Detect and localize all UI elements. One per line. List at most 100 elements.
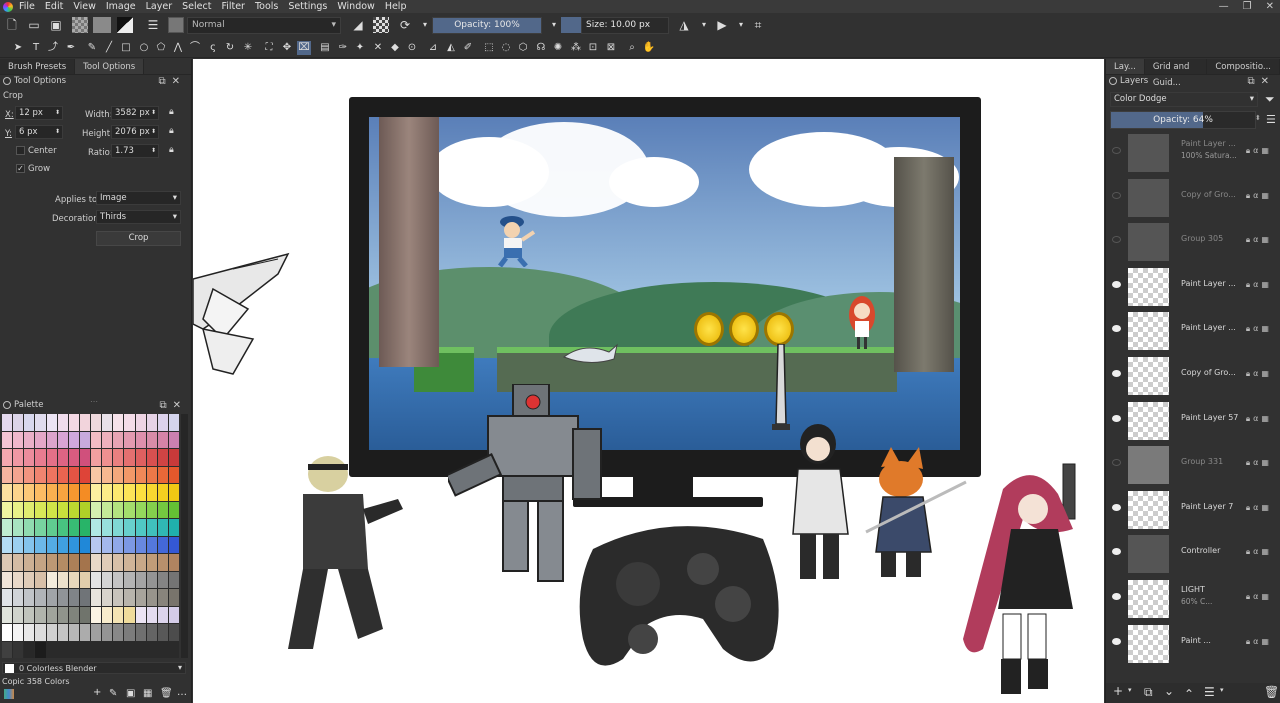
palette-swatch[interactable] xyxy=(13,466,24,483)
layer-property-icons[interactable]: 🔒︎α▦ xyxy=(1246,146,1272,156)
palette-swatch[interactable] xyxy=(68,501,79,518)
palette-swatch[interactable] xyxy=(157,501,168,518)
visibility-eye-icon[interactable] xyxy=(1112,325,1121,333)
menu-select[interactable]: Select xyxy=(182,1,211,12)
palette-swatch[interactable] xyxy=(146,554,157,571)
palette-swatch[interactable] xyxy=(168,606,179,623)
palette-swatch[interactable] xyxy=(91,466,102,483)
palette-swatch[interactable] xyxy=(135,624,146,641)
tab-compositions[interactable]: Compositio... xyxy=(1207,59,1280,74)
menu-tools[interactable]: Tools xyxy=(255,1,278,12)
palette-swatch[interactable] xyxy=(2,466,13,483)
mirror-vertical-icon[interactable]: ▶ xyxy=(714,17,730,33)
chevron-down-icon[interactable]: ▾ xyxy=(1128,686,1132,694)
palette-swatch[interactable] xyxy=(13,414,24,431)
palette-swatch[interactable] xyxy=(124,554,135,571)
ratio-field[interactable]: 1.73 ⬍ xyxy=(111,144,159,158)
perspective-grid-icon[interactable]: ◭ xyxy=(444,41,458,55)
palette-grid-icon[interactable] xyxy=(4,689,14,699)
wrap-around-icon[interactable]: ⌗ xyxy=(750,17,766,33)
palette-swatch[interactable] xyxy=(13,484,24,501)
palette-swatch[interactable] xyxy=(113,449,124,466)
layer-properties-icon[interactable]: ☰ xyxy=(1204,685,1215,699)
menu-edit[interactable]: Edit xyxy=(45,1,63,12)
palette-swatch[interactable] xyxy=(35,449,46,466)
palette-swatch[interactable] xyxy=(91,624,102,641)
crop-button[interactable]: Crop xyxy=(96,231,181,246)
palette-swatch[interactable] xyxy=(79,449,90,466)
measure-tool-icon[interactable]: ⊿ xyxy=(426,41,440,55)
width-field[interactable]: 3582 px ⬍ xyxy=(111,106,159,120)
canvas[interactable] xyxy=(193,59,1104,703)
palette-swatch[interactable] xyxy=(57,606,68,623)
palette-swatch[interactable] xyxy=(68,519,79,536)
palette-swatch[interactable] xyxy=(124,466,135,483)
palette-swatch[interactable] xyxy=(146,536,157,553)
palette-swatch[interactable] xyxy=(68,466,79,483)
palette-swatch[interactable] xyxy=(46,431,57,448)
palette-swatch[interactable] xyxy=(24,449,35,466)
palette-swatch[interactable] xyxy=(46,519,57,536)
palette-swatch[interactable] xyxy=(68,431,79,448)
filter-icon[interactable]: ⏷ xyxy=(1265,92,1275,107)
palette-swatch[interactable] xyxy=(168,431,179,448)
layer-property-icons[interactable]: 🔒︎α▦ xyxy=(1246,191,1272,201)
palette-swatch[interactable] xyxy=(157,571,168,588)
palette-swatch[interactable] xyxy=(113,536,124,553)
palette-swatch[interactable] xyxy=(102,536,113,553)
palette-swatch[interactable] xyxy=(57,554,68,571)
palette-swatch[interactable] xyxy=(146,571,157,588)
palette-swatch[interactable] xyxy=(79,466,90,483)
smart-patch-icon[interactable]: ✦ xyxy=(353,41,367,55)
palette-swatch[interactable] xyxy=(157,449,168,466)
palette-swatch[interactable] xyxy=(68,536,79,553)
palette-swatch[interactable] xyxy=(24,554,35,571)
palette-swatch[interactable] xyxy=(2,449,13,466)
pan-tool-icon[interactable]: ✋ xyxy=(642,41,656,55)
palette-swatch[interactable] xyxy=(135,431,146,448)
palette-swatch[interactable] xyxy=(2,536,13,553)
visibility-eye-icon[interactable] xyxy=(1112,236,1121,244)
palette-swatch[interactable] xyxy=(113,589,124,606)
palette-swatch[interactable] xyxy=(68,554,79,571)
palette-swatch[interactable] xyxy=(113,431,124,448)
visibility-eye-icon[interactable] xyxy=(1112,414,1121,422)
brush-settings-icon[interactable]: ☰ xyxy=(145,17,161,33)
palette-swatch[interactable] xyxy=(68,414,79,431)
palette-swatch[interactable] xyxy=(168,484,179,501)
palette-swatch[interactable] xyxy=(46,449,57,466)
more-options-icon[interactable]: … xyxy=(177,687,187,698)
menu-layer[interactable]: Layer xyxy=(146,1,173,12)
palette-swatch[interactable] xyxy=(2,484,13,501)
pattern-edit-icon[interactable]: ⊙ xyxy=(405,41,419,55)
palette-swatch[interactable] xyxy=(79,606,90,623)
layer-row[interactable]: Copy of Gro... 🔒︎α▦ xyxy=(1106,176,1280,220)
add-swatch-icon[interactable]: + xyxy=(93,687,101,698)
similar-select-icon[interactable]: ⁂ xyxy=(569,41,583,55)
palette-swatch[interactable] xyxy=(46,624,57,641)
dropdown-icon[interactable]: ▾ xyxy=(546,17,562,33)
layer-opacity-slider[interactable]: Opacity: 64% xyxy=(1110,111,1256,129)
palette-swatch[interactable] xyxy=(79,484,90,501)
palette-swatch[interactable] xyxy=(24,501,35,518)
color-picker-icon[interactable]: ✑ xyxy=(336,41,350,55)
rectangle-tool-icon[interactable]: □ xyxy=(119,41,133,55)
palette-swatch[interactable] xyxy=(24,536,35,553)
palette-swatch[interactable] xyxy=(113,414,124,431)
decoration-select[interactable]: Thirds ▾ xyxy=(96,210,181,224)
palette-swatch[interactable] xyxy=(146,501,157,518)
palette-swatch[interactable] xyxy=(57,414,68,431)
palette-swatch[interactable] xyxy=(24,641,35,658)
visibility-eye-icon[interactable] xyxy=(1112,147,1121,154)
palette-swatch[interactable] xyxy=(157,466,168,483)
palette-swatch[interactable] xyxy=(135,589,146,606)
layer-property-icons[interactable]: 🔒︎α▦ xyxy=(1246,458,1272,468)
palette-swatch[interactable] xyxy=(102,484,113,501)
palette-swatch[interactable] xyxy=(46,571,57,588)
alpha-lock-icon[interactable] xyxy=(373,17,389,33)
palette-swatch[interactable] xyxy=(91,571,102,588)
palette-swatch[interactable] xyxy=(24,414,35,431)
eraser-icon[interactable]: ◢ xyxy=(350,17,366,33)
dropdown-icon[interactable]: ▾ xyxy=(733,17,749,33)
freehand-path-icon[interactable]: ς xyxy=(206,41,220,55)
